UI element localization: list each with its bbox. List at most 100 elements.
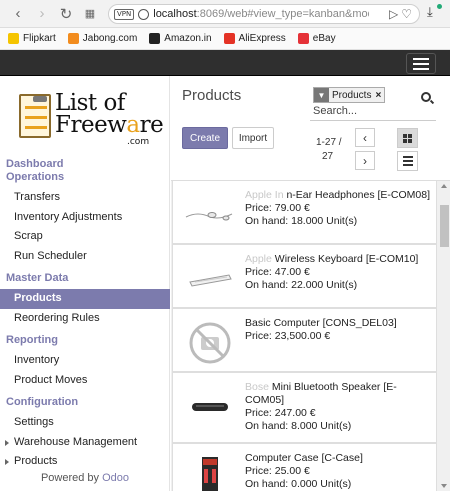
bookmark-item[interactable]: Flipkart <box>8 33 56 44</box>
menu-item-run-scheduler[interactable]: Run Scheduler <box>0 247 170 267</box>
menu-item-product-moves[interactable]: Product Moves <box>0 371 170 391</box>
product-price: Price: 23,500.00 € <box>245 330 331 342</box>
pager-previous-button[interactable]: ‹ <box>355 128 375 147</box>
product-details: Apple Wireless Keyboard [E-COM10] Price: … <box>245 253 431 292</box>
bookmark-item[interactable]: AliExpress <box>223 33 286 44</box>
vpn-badge[interactable]: VPN <box>114 8 135 20</box>
back-icon[interactable]: ‹ <box>6 2 30 26</box>
product-price: Price: 247.00 € <box>245 407 316 419</box>
scroll-up-arrow-icon[interactable] <box>441 184 447 188</box>
kanban-view-button[interactable] <box>397 128 418 148</box>
menu-item-inventory-adjustments[interactable]: Inventory Adjustments <box>0 208 170 228</box>
no-image-icon <box>181 317 239 369</box>
pager-total: 27 <box>322 151 334 162</box>
product-onhand: On hand: 0.000 Unit(s) <box>245 478 352 490</box>
product-name: Computer Case [C-Case] <box>245 452 363 464</box>
menu-item-settings[interactable]: Settings <box>0 413 170 433</box>
url-text[interactable]: localhost:8069/web#view_type=kanban&mode… <box>153 8 369 20</box>
bookmark-label: eBay <box>312 33 336 44</box>
facet-remove-icon[interactable]: × <box>375 90 381 101</box>
sidebar: List of Freeware .com Dashboard Operatio… <box>0 76 170 491</box>
speaker-icon <box>181 381 239 433</box>
search-facet[interactable]: ▼ Products × <box>313 87 386 103</box>
menu-item-transfers[interactable]: Transfers <box>0 188 170 208</box>
keyboard-icon <box>181 253 239 305</box>
product-card[interactable]: Apple In n-Ear Headphones [E-COM08] Price… <box>172 181 437 244</box>
bookmark-favicon-icon <box>149 33 161 44</box>
scroll-thumb[interactable] <box>440 205 449 247</box>
list-icon <box>402 156 413 166</box>
search-icon[interactable] <box>421 92 431 102</box>
product-price: Price: 25.00 € <box>245 465 310 477</box>
download-icon[interactable]: ⤓ <box>427 4 433 20</box>
bookmark-favicon-icon <box>223 33 235 44</box>
product-name: Basic Computer [CONS_DEL03] <box>245 317 397 329</box>
scroll-down-arrow-icon[interactable] <box>441 484 447 488</box>
menu-item-reordering-rules[interactable]: Reordering Rules <box>0 309 170 329</box>
product-card[interactable]: Bose Mini Bluetooth Speaker [E-COM05] Pri… <box>172 372 437 443</box>
download-indicator <box>437 4 442 9</box>
main-content: Products ▼ Products × Create Import 1-27… <box>171 76 450 491</box>
product-card[interactable]: Computer Case [C-Case] Price: 25.00 € On h… <box>172 443 437 491</box>
product-details: Bose Mini Bluetooth Speaker [E-COM05] Pri… <box>245 381 431 433</box>
bookmark-label: AliExpress <box>238 33 286 44</box>
product-card[interactable]: Basic Computer [CONS_DEL03] Price: 23,500… <box>172 308 437 372</box>
browser-toolbar: ‹ › ↻ ▦ VPN localhost:8069/web#view_type… <box>0 0 450 28</box>
list-of-freeware-logo[interactable]: List of Freeware .com <box>16 90 164 150</box>
menu-section-title[interactable]: Configuration <box>0 390 170 413</box>
odoo-link[interactable]: Odoo <box>102 472 129 484</box>
pager-range[interactable]: 1-27 / <box>316 137 342 148</box>
bookmark-label: Flipkart <box>23 33 56 44</box>
bookmark-item[interactable]: Amazon.in <box>149 33 212 44</box>
address-bar[interactable]: VPN localhost:8069/web#view_type=kanban&… <box>108 4 420 24</box>
facet-label: Products <box>332 89 372 101</box>
list-view-button[interactable] <box>397 151 418 171</box>
bookmark-label: Jabong.com <box>82 33 138 44</box>
product-name: Bose Mini Bluetooth Speaker [E-COM05] <box>245 381 397 406</box>
menu-item-warehouse-management[interactable]: Warehouse Management <box>0 433 170 453</box>
forward-icon[interactable]: › <box>30 2 54 26</box>
product-details: Basic Computer [CONS_DEL03] Price: 23,500… <box>245 317 431 343</box>
menu-item-products[interactable]: Products <box>0 289 170 309</box>
send-heart-icons[interactable]: ▷♡ <box>389 7 415 21</box>
menu-section-title[interactable]: Reporting <box>0 328 170 351</box>
product-card[interactable]: Apple Wireless Keyboard [E-COM10] Price: … <box>172 244 437 308</box>
import-button[interactable]: Import <box>232 127 274 149</box>
logo-text-line3: .com <box>127 137 150 147</box>
product-onhand: On hand: 22.000 Unit(s) <box>245 279 358 291</box>
menu-section-title[interactable]: Dashboard Operations <box>0 156 80 188</box>
bookmarks-bar: Flipkart Jabong.com Amazon.in AliExpress eBa… <box>0 28 450 50</box>
create-button[interactable]: Create <box>182 127 228 149</box>
kanban-area: Computer Case [C-Case] Price: 25.00 € On h… <box>171 180 450 491</box>
globe-icon <box>138 8 150 20</box>
search-box[interactable]: ▼ Products × <box>310 84 436 121</box>
app-top-bar <box>0 50 450 76</box>
product-details: Computer Case [C-Case] Price: 25.00 € On h… <box>245 452 431 491</box>
tabs-grid-icon[interactable]: ▦ <box>78 2 102 26</box>
bookmark-item[interactable]: Jabong.com <box>67 33 138 44</box>
menu-item-scrap[interactable]: Scrap <box>0 227 170 247</box>
page-title: Products <box>182 87 242 104</box>
product-onhand: On hand: 8.000 Unit(s) <box>245 420 352 432</box>
pager-next-button[interactable]: › <box>355 151 375 170</box>
reload-icon[interactable]: ↻ <box>54 2 78 26</box>
grid-icon <box>403 133 412 143</box>
side-menu: Dashboard Operations Transfers Inventory A… <box>0 156 170 472</box>
search-input[interactable] <box>313 105 413 117</box>
logo-text-line2: Freeware <box>55 112 164 138</box>
bookmark-favicon-icon <box>8 33 19 44</box>
bookmark-favicon-icon <box>67 33 79 44</box>
bookmark-item[interactable]: eBay <box>297 33 336 44</box>
powered-by: Powered by Odoo <box>40 472 130 484</box>
bookmark-label: Amazon.in <box>164 33 212 44</box>
menu-toggle-icon[interactable] <box>406 53 436 74</box>
product-name: Apple In n-Ear Headphones [E-COM08] <box>245 189 431 201</box>
product-price: Price: 47.00 € <box>245 266 310 278</box>
product-name: Apple Wireless Keyboard [E-COM10] <box>245 253 419 265</box>
menu-section-title[interactable]: Master Data <box>0 266 170 289</box>
scrollbar[interactable] <box>439 181 450 491</box>
product-details: Apple In n-Ear Headphones [E-COM08] Price… <box>245 189 431 228</box>
menu-item-inventory[interactable]: Inventory <box>0 351 170 371</box>
menu-item-products[interactable]: Products <box>0 452 170 472</box>
filter-icon: ▼ <box>314 88 329 102</box>
